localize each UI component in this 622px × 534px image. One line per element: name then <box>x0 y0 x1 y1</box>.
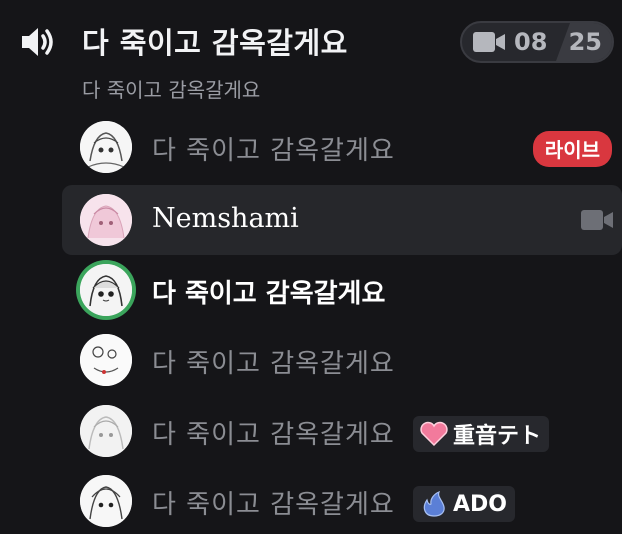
member-tag: 重音テト <box>413 416 550 452</box>
voice-member[interactable]: 다 죽이고 감옥갈게요 <box>62 255 622 325</box>
member-name: 다 죽이고 감옥갈게요 <box>152 349 395 379</box>
voice-member[interactable]: 다 죽이고 감옥갈게요 <box>62 325 622 395</box>
member-name: 다 죽이고 감옥갈게요 <box>152 136 395 166</box>
voice-member-selected[interactable]: Nemshami <box>62 185 622 255</box>
avatar <box>80 405 132 457</box>
video-camera-icon <box>581 210 613 230</box>
avatar <box>80 475 132 527</box>
channel-name: 다 죽이고 감옥갈게요 <box>82 26 348 60</box>
blue-flame-icon <box>423 491 445 517</box>
tag-label: 重音テト <box>453 424 542 449</box>
video-user-counter: 08 25 <box>460 21 614 63</box>
member-name: 다 죽이고 감옥갈게요 <box>152 279 386 309</box>
voice-member[interactable]: 다 죽이고 감옥갈게요 重音テト <box>62 396 622 466</box>
voice-member[interactable]: 다 죽이고 감옥갈게요 ADO <box>62 466 622 534</box>
video-camera-icon <box>473 32 505 52</box>
avatar <box>80 121 132 173</box>
speaker-icon <box>22 28 53 56</box>
pink-heart-icon <box>420 421 448 447</box>
avatar <box>80 334 132 386</box>
channel-status: 다 죽이고 감옥갈게요 <box>82 78 261 102</box>
video-count: 08 <box>514 28 548 56</box>
voice-member[interactable]: 다 죽이고 감옥갈게요 라이브 <box>62 112 622 182</box>
live-badge: 라이브 <box>532 131 612 167</box>
member-name: 다 죽이고 감옥갈게요 <box>152 420 395 450</box>
tag-label: ADO <box>453 491 507 517</box>
user-limit: 25 <box>568 28 602 56</box>
member-name: Nemshami <box>152 203 299 234</box>
avatar <box>80 194 132 246</box>
voice-channel-header[interactable]: 다 죽이고 감옥갈게요 08 25 <box>0 0 622 72</box>
member-tag: ADO <box>413 486 515 522</box>
member-name: 다 죽이고 감옥갈게요 <box>152 490 395 520</box>
avatar-speaking <box>80 264 132 316</box>
